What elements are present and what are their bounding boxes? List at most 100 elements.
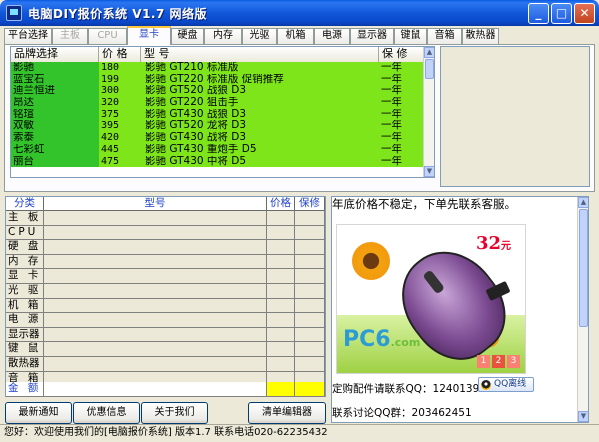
list-row[interactable]: 迪兰恒进 300 影驰 GT520 战狼 D3 一年 [11, 85, 425, 98]
config-price-cell [267, 342, 295, 357]
column-header-price[interactable]: 价 格 [99, 47, 141, 62]
config-model-cell[interactable] [44, 327, 267, 343]
qq-status-button[interactable]: QQ离线 [478, 377, 534, 392]
config-row[interactable]: 电 源 [6, 313, 325, 328]
news-button[interactable]: 最新通知 [5, 402, 72, 424]
minimize-button[interactable]: _ [528, 3, 549, 24]
slide-page-2[interactable]: 2 [492, 355, 505, 368]
config-model-cell[interactable] [44, 269, 267, 284]
config-warranty-cell [295, 357, 325, 372]
brand-cell: 丽台 [11, 155, 99, 168]
config-model-cell[interactable] [44, 240, 267, 255]
warranty-cell: 一年 [379, 120, 425, 133]
scroll-thumb[interactable] [425, 59, 434, 79]
config-model-cell[interactable] [44, 284, 267, 299]
price-cell: 375 [99, 108, 141, 121]
tab-cpu: CPU [88, 28, 127, 44]
config-warranty-cell [295, 269, 325, 284]
config-header-price: 价格 [267, 197, 295, 211]
config-category: 机 箱 [6, 298, 44, 314]
tab-monitor[interactable]: 显示器 [350, 28, 394, 44]
model-cell: 影驰 GT520 战狼 D3 [141, 85, 379, 98]
config-row[interactable]: CPU [6, 225, 325, 241]
warranty-cell: 一年 [379, 62, 425, 74]
config-model-cell[interactable] [44, 313, 267, 328]
config-category: 电 源 [6, 313, 44, 328]
config-model-cell[interactable] [44, 298, 267, 314]
config-total-row: 金 额 [6, 382, 325, 397]
slide-page-3[interactable]: 3 [507, 355, 520, 368]
config-row[interactable]: 硬 盘 [6, 240, 325, 255]
config-row[interactable]: 显 卡 [6, 269, 325, 284]
app-icon [6, 5, 22, 21]
close-button[interactable]: ✕ [574, 3, 595, 24]
list-row[interactable]: 铭瑄 375 影驰 GT430 战狼 D3 一年 [11, 108, 425, 121]
config-model-cell[interactable] [44, 342, 267, 357]
tab-keyboard-mouse[interactable]: 键鼠 [394, 28, 427, 44]
price-cell: 475 [99, 155, 141, 168]
list-row[interactable]: 索泰 420 影驰 GT430 战将 D3 一年 [11, 132, 425, 144]
column-header-warranty[interactable]: 保 修 [379, 47, 425, 62]
promo-image[interactable]: 32元 PC6.com 1 2 3 [336, 224, 526, 374]
tab-case[interactable]: 机箱 [277, 28, 314, 44]
list-row[interactable]: 影驰 180 影驰 GT210 标准版 一年 [11, 62, 425, 74]
list-editor-button[interactable]: 清单编辑器 [248, 402, 326, 424]
deals-button[interactable]: 优惠信息 [73, 402, 140, 424]
list-row[interactable]: 蓝宝石 199 影驰 GT220 标准版 促销推荐 一年 [11, 73, 425, 86]
config-row[interactable]: 显示器 [6, 327, 325, 343]
column-header-model[interactable]: 型 号 [141, 47, 379, 62]
config-model-cell[interactable] [44, 254, 267, 270]
tab-optical-drive[interactable]: 光驱 [242, 28, 277, 44]
tab-platform[interactable]: 平台选择 [4, 28, 52, 44]
config-price-cell [267, 254, 295, 270]
config-row[interactable]: 主 板 [6, 211, 325, 226]
list-row[interactable]: 七彩虹 445 影驰 GT430 重炮手 D5 一年 [11, 143, 425, 156]
tab-hard-disk[interactable]: 硬盘 [171, 28, 204, 44]
config-header-warranty: 保修 [295, 197, 325, 211]
config-row[interactable]: 光 驱 [6, 284, 325, 299]
brand-cell: 铭瑄 [11, 108, 99, 121]
model-cell: 影驰 GT430 中将 D5 [141, 155, 379, 168]
price-cell: 300 [99, 85, 141, 98]
config-model-cell[interactable] [44, 225, 267, 241]
scroll-up-icon[interactable]: ▲ [578, 197, 588, 208]
brand-cell: 影驰 [11, 62, 99, 74]
config-header-category: 分类 [6, 197, 44, 211]
config-row[interactable]: 散热器 [6, 357, 325, 372]
config-model-cell[interactable] [44, 211, 267, 226]
flower-graphic [349, 239, 393, 283]
product-list[interactable]: 品牌选择 价 格 型 号 保 修 影驰 180 影驰 GT210 标准版 一年 蓝宝石… [10, 46, 435, 178]
scroll-down-icon[interactable]: ▼ [578, 411, 588, 422]
tab-speakers[interactable]: 音箱 [427, 28, 462, 44]
column-header-brand[interactable]: 品牌选择 [11, 47, 99, 62]
brand-cell: 蓝宝石 [11, 73, 99, 86]
title-bar[interactable]: 电脑DIY报价系统 V1.7 网络版 _ □ ✕ [0, 0, 599, 26]
config-category: 光 驱 [6, 284, 44, 299]
scroll-up-icon[interactable]: ▲ [424, 47, 434, 58]
list-row[interactable]: 昂达 320 影驰 GT220 狙击手 一年 [11, 97, 425, 109]
scroll-down-icon[interactable]: ▼ [424, 166, 434, 177]
panel-scrollbar[interactable]: ▲ ▼ [577, 197, 588, 422]
tab-power[interactable]: 电源 [314, 28, 350, 44]
brand-cell: 双敏 [11, 120, 99, 133]
tab-memory[interactable]: 内存 [204, 28, 242, 44]
scroll-thumb[interactable] [579, 209, 588, 327]
config-warranty-cell [295, 225, 325, 241]
tab-graphics-card[interactable]: 显卡 [127, 26, 171, 45]
price-cell: 180 [99, 62, 141, 74]
config-model-cell[interactable] [44, 357, 267, 372]
maximize-button[interactable]: □ [551, 3, 572, 24]
config-row[interactable]: 键 鼠 [6, 342, 325, 357]
list-row[interactable]: 丽台 475 影驰 GT430 中将 D5 一年 [11, 155, 425, 168]
slide-page-1[interactable]: 1 [477, 355, 490, 368]
about-button[interactable]: 关于我们 [141, 402, 208, 424]
product-image-box [440, 46, 590, 187]
brand-cell: 索泰 [11, 132, 99, 144]
model-cell: 影驰 GT430 战狼 D3 [141, 108, 379, 121]
list-scrollbar[interactable]: ▲ ▼ [423, 47, 434, 177]
config-row[interactable]: 机 箱 [6, 298, 325, 314]
config-row[interactable]: 内 存 [6, 254, 325, 270]
config-price-cell [267, 269, 295, 284]
list-row[interactable]: 双敏 395 影驰 GT520 龙将 D3 一年 [11, 120, 425, 133]
tab-cooler[interactable]: 散热器 [462, 28, 499, 44]
